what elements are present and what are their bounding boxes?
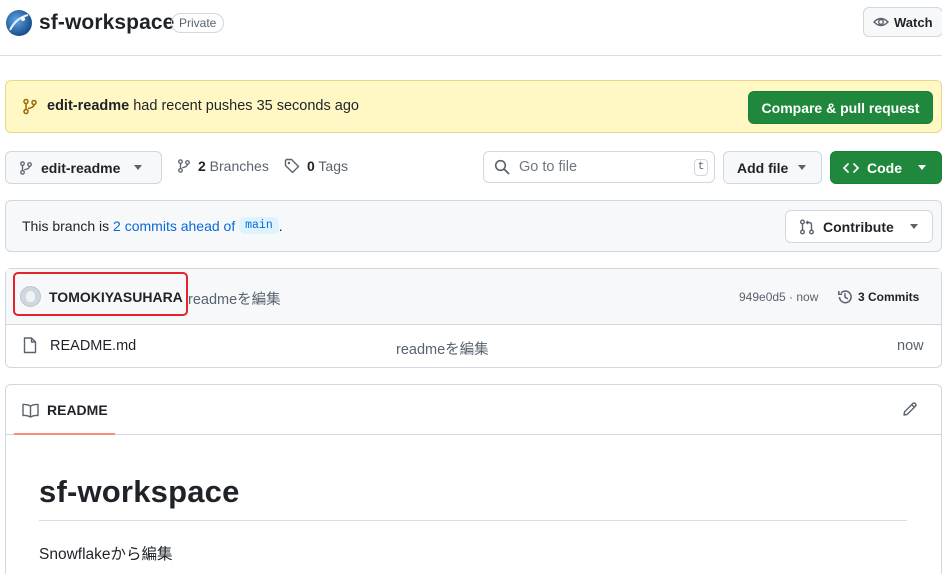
readme-header-divider [6, 434, 941, 435]
go-to-file-input[interactable] [519, 159, 689, 175]
chevron-down-icon [909, 224, 918, 229]
branches-link[interactable]: 2 Branches [177, 158, 269, 174]
repo-owner-avatar[interactable] [6, 10, 32, 36]
branches-label: Branches [205, 158, 269, 174]
pull-request-icon [799, 219, 815, 235]
add-file-button[interactable]: Add file [723, 151, 822, 184]
readme-tab[interactable]: README [22, 402, 108, 418]
flash-branch-name[interactable]: edit-readme [47, 98, 129, 114]
contribute-button[interactable]: Contribute [785, 210, 933, 243]
chevron-down-icon [134, 165, 143, 170]
readme-tab-underline [14, 433, 115, 435]
pencil-icon[interactable] [902, 401, 918, 417]
commit-hash-time[interactable]: 949e0d5 · now [739, 290, 818, 304]
contribute-label: Contribute [823, 218, 894, 235]
commits-history-link[interactable]: 3 Commits [837, 289, 919, 305]
branch-status-prefix: This branch is [22, 217, 114, 234]
git-branch-icon [177, 158, 191, 174]
flash-message-text: had recent pushes 35 seconds ago [129, 98, 359, 114]
visibility-badge: Private [171, 13, 225, 33]
base-branch-label[interactable]: main [239, 217, 279, 234]
git-branch-icon [22, 98, 38, 115]
commits-ahead-link[interactable]: 2 commits ahead of [113, 218, 235, 234]
go-to-file-search[interactable]: t [483, 151, 715, 183]
header-divider [0, 55, 942, 56]
readme-heading: sf-workspace [39, 474, 240, 509]
readme-tab-label: README [47, 402, 108, 418]
book-icon [22, 403, 39, 418]
file-commit-message[interactable]: readmeを編集 [396, 338, 489, 359]
keyboard-shortcut-hint: t [694, 159, 708, 176]
code-button[interactable]: Code [830, 151, 942, 184]
git-branch-icon [19, 160, 33, 176]
search-icon [494, 159, 510, 175]
tags-count: 0 [307, 158, 315, 174]
annotation-highlight-box [13, 272, 188, 316]
readme-heading-rule [39, 520, 907, 521]
tag-icon [284, 158, 300, 174]
tags-link[interactable]: 0 Tags [284, 158, 348, 174]
watch-button[interactable]: Watch [863, 7, 942, 37]
branch-status-suffix: . [278, 217, 283, 234]
branch-selector-button[interactable]: edit-readme [5, 151, 162, 184]
branch-status-text: This branch is 2 commits ahead of main. [22, 217, 283, 234]
watch-label: Watch [894, 14, 933, 30]
eye-icon [873, 14, 889, 30]
repo-name[interactable]: sf-workspace [39, 11, 174, 35]
file-commit-time: now [897, 338, 924, 354]
commits-count-label: 3 Commits [858, 290, 920, 304]
recent-push-message: edit-readme had recent pushes 35 seconds… [47, 98, 359, 114]
compare-pull-request-button[interactable]: Compare & pull request [748, 91, 933, 124]
code-label: Code [867, 159, 902, 176]
chevron-down-icon [918, 165, 926, 170]
readme-paragraph: Snowflakeから編集 [39, 546, 173, 563]
code-icon [843, 160, 859, 176]
branches-count: 2 [198, 158, 206, 174]
chevron-down-icon [798, 165, 807, 170]
branch-name: edit-readme [41, 159, 121, 176]
file-name-link[interactable]: README.md [50, 338, 136, 354]
add-file-label: Add file [737, 159, 789, 176]
history-icon [837, 289, 853, 305]
tags-label: Tags [314, 158, 349, 174]
file-icon [23, 337, 37, 354]
commit-message[interactable]: readmeを編集 [188, 288, 281, 309]
